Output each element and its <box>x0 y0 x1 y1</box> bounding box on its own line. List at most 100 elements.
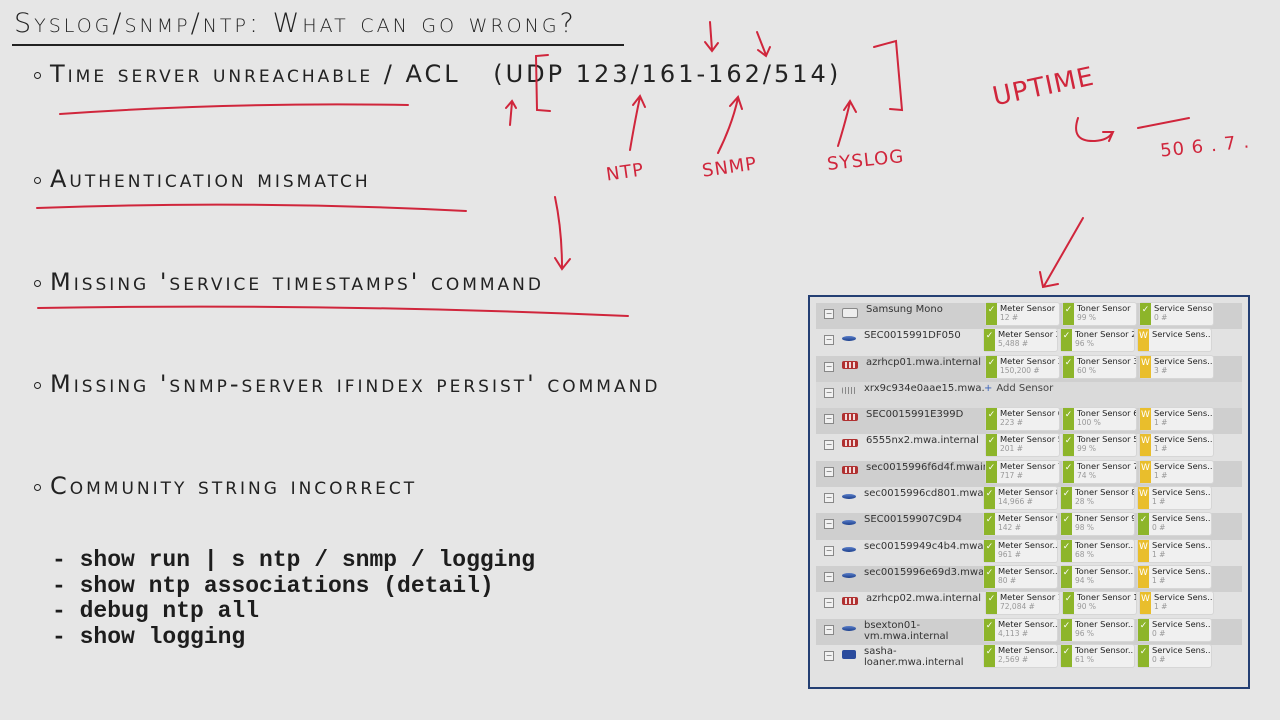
sensor-cell[interactable]: ✓ Toner Sensor... 68 % <box>1061 539 1134 562</box>
collapse-toggle[interactable]: − <box>824 387 834 398</box>
device-row[interactable]: − sasha-loaner.mwa.internal ✓ Meter Senso… <box>816 644 1242 671</box>
device-row[interactable]: − azrhcp01.mwa.internal ✓ Meter Sensor 31… <box>816 355 1242 382</box>
sensor-cell[interactable]: ✓ Meter Sensor 8 14,966 # <box>984 487 1057 510</box>
sensor-cell[interactable]: W Service Sens... 1 # <box>1140 408 1213 431</box>
device-row[interactable]: − SEC0015991E399D ✓ Meter Sensor 6 223 # ✓ T… <box>816 408 1242 435</box>
device-row[interactable]: − sec0015996e69d3.mwa.in ✓ Meter Sensor..… <box>816 565 1242 593</box>
device-name[interactable]: sec0015996cd801.mwaint <box>864 487 984 500</box>
sensor-cell[interactable]: ✓ Meter Sensor... 2,569 # <box>984 644 1057 667</box>
sensor-text: Service Sens... 3 # <box>1151 356 1213 378</box>
sensor-cell[interactable]: W Service Sens... 1 # <box>1138 487 1211 510</box>
sensor-cell[interactable]: ✓ Toner Sensor 6 100 % <box>1063 408 1136 431</box>
collapse-toggle[interactable]: − <box>824 650 834 661</box>
collapse-toggle[interactable]: − <box>824 361 834 372</box>
sensor-cell[interactable]: ✓ Meter Sensor 9 142 # <box>984 513 1057 536</box>
sensor-cell[interactable]: ✓ Toner Sensor 2 96 % <box>1061 329 1134 352</box>
collapse-toggle[interactable]: − <box>824 624 834 635</box>
device-name[interactable]: sec0015996e69d3.mwa.in <box>864 566 984 579</box>
sensor-cell[interactable]: ✓ Meter Sensor 6 223 # <box>986 408 1059 431</box>
sensor-cell[interactable]: ✓ Toner Sensor... 61 % <box>1061 644 1134 667</box>
sensor-cell[interactable]: ✓ Service Sens... 0 # <box>1138 618 1211 641</box>
sensor-cell[interactable]: ✓ Toner Sensor 3 60 % <box>1063 355 1136 378</box>
sensor-cell[interactable]: ✓ Toner Sensor 99 % <box>1063 303 1136 325</box>
device-row[interactable]: − sec0015996cd801.mwaint ✓ Meter Sensor 8… <box>816 487 1242 513</box>
sensor-cell[interactable]: ✓ Meter Sensor 5 201 # <box>986 434 1059 457</box>
sensor-cell[interactable]: ✓ Meter Sensor 12 # <box>986 303 1059 325</box>
sensor-cell[interactable]: ✓ Toner Sensor 7 74 % <box>1063 460 1136 483</box>
device-name[interactable]: xrx9c934e0aae15.mwa.int <box>864 382 984 395</box>
bullet-time-server: Time server unreachable / ACL (UDP 123/1… <box>34 60 841 88</box>
device-name[interactable]: bsexton01-vm.mwa.internal <box>864 619 984 643</box>
title-underline <box>12 44 624 46</box>
collapse-toggle[interactable]: − <box>824 335 834 346</box>
annotation-snmp: SNMP <box>700 153 759 182</box>
device-name[interactable]: azrhcp02.mwa.internal <box>866 592 986 605</box>
sensor-value: 1 # <box>1152 549 1166 559</box>
sensor-cell[interactable]: ✓ Meter Sensor 7 717 # <box>986 460 1059 483</box>
sensor-cell[interactable]: W Service Sens... 1 # <box>1140 434 1213 457</box>
status-warning-icon: W <box>1140 408 1151 431</box>
collapse-toggle[interactable]: − <box>824 466 834 477</box>
sensor-cell[interactable]: ✓ Service Sensor 0 # <box>1140 303 1213 325</box>
collapse-toggle[interactable]: − <box>824 309 834 319</box>
sensor-cell[interactable]: ✓ Meter Sensor... 4,113 # <box>984 618 1057 641</box>
sensor-name: Meter Sensor 6 <box>1000 408 1059 419</box>
sensor-cell[interactable]: ✓ Toner Sensor 5 99 % <box>1063 434 1136 457</box>
sensor-value: 0 # <box>1152 628 1166 638</box>
bracket-right <box>873 39 904 112</box>
collapse-toggle[interactable]: − <box>824 414 834 425</box>
device-name[interactable]: SEC00159907C9D4 <box>864 513 984 526</box>
collapse-toggle[interactable]: − <box>824 440 834 451</box>
status-ok-icon: ✓ <box>1063 355 1074 378</box>
device-row[interactable]: − xrx9c934e0aae15.mwa.int +Add Sensor <box>816 381 1242 409</box>
add-sensor-button[interactable]: + Add Sensor <box>984 382 1053 394</box>
device-name[interactable]: 6555nx2.mwa.internal <box>866 434 986 447</box>
annotation-ntp: NTP <box>604 159 646 186</box>
sensor-cell[interactable]: ✓ Toner Sensor 8 28 % <box>1061 487 1134 510</box>
device-name[interactable]: sec0015996f6d4f.mwaint <box>866 461 986 474</box>
sensor-cell[interactable]: ✓ Meter Sensor 3 150,200 # <box>986 355 1059 378</box>
device-row[interactable]: − SEC00159907C9D4 ✓ Meter Sensor 9 142 # ✓ T… <box>816 513 1242 540</box>
command-item: - show run | s ntp / snmp / logging <box>52 547 536 573</box>
sensor-text: Meter Sensor 7 717 # <box>997 461 1059 483</box>
sensor-cell[interactable]: ✓ Meter Sensor 1 72,084 # <box>986 592 1059 615</box>
device-name[interactable]: sec00159949c4b4.mwa.in <box>864 540 984 553</box>
device-name[interactable]: Samsung Mono <box>866 303 986 316</box>
device-row[interactable]: − sec00159949c4b4.mwa.in ✓ Meter Sensor..… <box>816 539 1242 566</box>
device-row[interactable]: − 6555nx2.mwa.internal ✓ Meter Sensor 5 20… <box>816 434 1242 460</box>
device-row[interactable]: − SEC0015991DF050 ✓ Meter Sensor 2 5,488 #… <box>816 329 1242 355</box>
sensor-cell[interactable]: ✓ Service Sens... 0 # <box>1138 513 1211 536</box>
sensor-value: 61 % <box>1075 654 1095 664</box>
sensor-cell[interactable]: W Service Sens... 1 # <box>1140 460 1213 483</box>
sensor-cell[interactable]: ✓ Toner Sensor... 94 % <box>1061 565 1134 588</box>
collapse-toggle[interactable]: − <box>824 571 834 582</box>
device-row[interactable]: − bsexton01-vm.mwa.internal ✓ Meter Senso… <box>816 618 1242 645</box>
sensor-cell[interactable]: W Service Sens... 1 # <box>1138 565 1211 588</box>
sensor-cell[interactable]: W Service Sens... 3 # <box>1140 355 1213 378</box>
collapse-toggle[interactable]: − <box>824 598 834 609</box>
sensor-cell[interactable]: ✓ Toner Sensor... 96 % <box>1061 618 1134 641</box>
device-row[interactable]: − azrhcp02.mwa.internal ✓ Meter Sensor 17… <box>816 592 1242 618</box>
sensor-cell[interactable]: ✓ Toner Sensor 9 98 % <box>1061 513 1134 536</box>
sensor-cell[interactable]: ✓ Toner Sensor 1 90 % <box>1063 592 1136 615</box>
device-row[interactable]: − Samsung Mono ✓ Meter Sensor 12 # ✓ Toner S… <box>816 303 1242 330</box>
sensor-cell[interactable]: ✓ Meter Sensor... 80 # <box>984 565 1057 588</box>
device-name[interactable]: SEC0015991E399D <box>866 408 986 421</box>
sensor-cell[interactable]: ✓ Service Sens... 0 # <box>1138 644 1211 667</box>
arrow-down-1 <box>704 21 719 53</box>
collapse-toggle[interactable]: − <box>824 493 834 504</box>
device-name[interactable]: azrhcp01.mwa.internal <box>866 356 986 369</box>
collapse-toggle[interactable]: − <box>824 545 834 556</box>
sensor-cell[interactable]: W Service Sens... <box>1138 329 1211 352</box>
sensor-cell[interactable]: W Service Sens... 1 # <box>1138 539 1211 562</box>
sensor-value: 5,488 # <box>998 339 1029 349</box>
sensor-cell[interactable]: ✓ Meter Sensor 2 5,488 # <box>984 329 1057 352</box>
annotation-syslog: SYSLOG <box>826 146 906 175</box>
device-row[interactable]: − sec0015996f6d4f.mwaint ✓ Meter Sensor 7… <box>816 460 1242 488</box>
sensor-name: Toner Sensor 9 <box>1075 513 1134 524</box>
sensor-cell[interactable]: W Service Sens... 1 # <box>1140 592 1213 615</box>
sensor-cell[interactable]: ✓ Meter Sensor... 961 # <box>984 539 1057 562</box>
device-name[interactable]: SEC0015991DF050 <box>864 329 984 342</box>
collapse-toggle[interactable]: − <box>824 519 834 530</box>
device-name[interactable]: sasha-loaner.mwa.internal <box>864 645 984 669</box>
